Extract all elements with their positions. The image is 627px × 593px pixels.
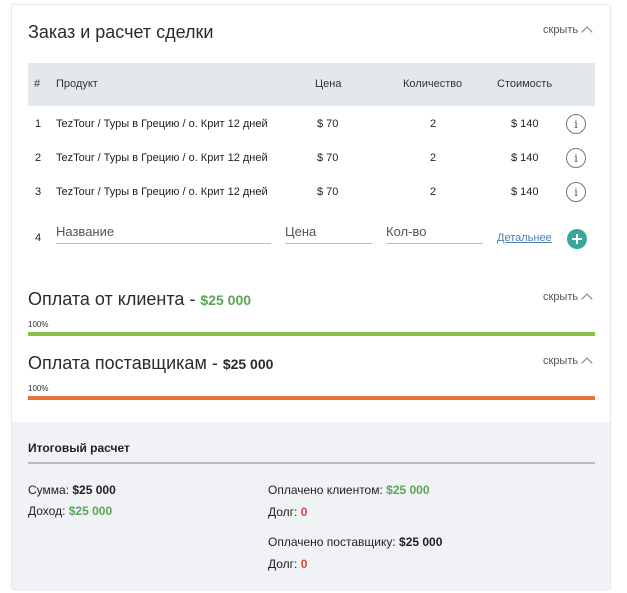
row-product: TezTour / Туры в Грецию / о. Крит 12 дне… [56, 152, 268, 164]
income-label: Доход: [28, 504, 69, 518]
table-header: # Продукт Цена Количество Стоимость [28, 63, 595, 106]
row-qty: 2 [430, 186, 437, 198]
summary-panel: Итоговый расчет Сумма: $25 000 Доход: $2… [12, 422, 610, 589]
row-qty: 2 [430, 118, 437, 130]
paid-supplier-label: Оплачено поставщику: [268, 535, 400, 549]
summary-divider [28, 462, 595, 464]
supplier-progress-label: 100% [28, 384, 49, 393]
order-section-title: Заказ и расчет сделки [28, 22, 214, 42]
client-payment-amount: $25 000 [200, 292, 252, 308]
new-product-row: 4 Название Цена Кол-во Детальнее [12, 219, 610, 249]
paid-client-value: $25 000 [386, 483, 430, 497]
sum-value: $25 000 [72, 483, 116, 497]
deal-card: Заказ и расчет сделки скрыть # Продукт Ц… [12, 5, 610, 589]
column-num: # [34, 78, 41, 90]
table-row: 1 TezTour / Туры в Грецию / о. Крит 12 д… [12, 111, 610, 139]
sum-line: Сумма: $25 000 [28, 483, 116, 497]
quantity-input[interactable]: Кол-во [386, 222, 483, 244]
row-cost: $ 140 [511, 152, 539, 164]
supplier-payment-hide-toggle[interactable]: скрыть [543, 355, 593, 369]
row-price: $ 70 [317, 186, 339, 198]
client-progress-fill [28, 332, 595, 336]
column-product: Продукт [56, 78, 98, 90]
product-name-input[interactable]: Название [56, 222, 271, 244]
row-product: TezTour / Туры в Грецию / о. Крит 12 дне… [56, 118, 268, 130]
info-icon[interactable]: i [566, 148, 586, 168]
chevron-up-icon [581, 26, 593, 38]
price-input[interactable]: Цена [285, 222, 372, 244]
client-debt-value: 0 [300, 505, 308, 519]
chevron-up-icon [581, 357, 593, 369]
supplier-debt-line: Долг: 0 [268, 557, 307, 571]
row-qty: 2 [430, 152, 437, 164]
supplier-progress-fill [28, 396, 595, 400]
hide-label: скрыть [543, 24, 579, 36]
supplier-progress-bar [28, 396, 595, 400]
client-payment-label: Оплата от клиента - [28, 289, 201, 309]
details-link[interactable]: Детальнее [497, 232, 552, 244]
client-progress-bar [28, 332, 595, 336]
supplier-payment-label: Оплата поставщикам - [28, 353, 223, 373]
debt-label: Долг: [268, 557, 301, 571]
row-product: TezTour / Туры в Грецию / о. Крит 12 дне… [56, 186, 268, 198]
supplier-payment-amount: $25 000 [222, 356, 274, 372]
hide-label: скрыть [543, 291, 579, 303]
info-icon[interactable]: i [566, 182, 586, 202]
summary-title: Итоговый расчет [28, 441, 130, 455]
order-hide-toggle[interactable]: скрыть [543, 24, 593, 38]
row-cost: $ 140 [511, 118, 539, 130]
chevron-up-icon [581, 293, 593, 305]
row-num: 2 [35, 152, 42, 164]
client-progress-label: 100% [28, 320, 49, 329]
supplier-payment-title: Оплата поставщикам - $25 000 [28, 353, 273, 374]
row-price: $ 70 [317, 118, 339, 130]
column-cost: Стоимость [497, 78, 553, 90]
table-row: 2 TezTour / Туры в Грецию / о. Крит 12 д… [12, 145, 610, 173]
column-qty: Количество [403, 78, 463, 90]
paid-supplier-line: Оплачено поставщику: $25 000 [268, 535, 442, 549]
row-num: 1 [35, 118, 42, 130]
row-num: 3 [35, 186, 42, 198]
row-num: 4 [35, 232, 42, 244]
table-row: 3 TezTour / Туры в Грецию / о. Крит 12 д… [12, 179, 610, 207]
hide-label: скрыть [543, 355, 579, 367]
row-cost: $ 140 [511, 186, 539, 198]
supplier-debt-value: 0 [300, 557, 308, 571]
info-icon[interactable]: i [566, 114, 586, 134]
sum-label: Сумма: [28, 483, 73, 497]
income-line: Доход: $25 000 [28, 504, 112, 518]
debt-label: Долг: [268, 505, 301, 519]
column-price: Цена [315, 78, 342, 90]
row-price: $ 70 [317, 152, 339, 164]
client-payment-hide-toggle[interactable]: скрыть [543, 291, 593, 305]
client-payment-title: Оплата от клиента - $25 000 [28, 289, 251, 310]
paid-client-label: Оплачено клиентом: [268, 483, 387, 497]
add-row-plus-icon[interactable] [567, 229, 587, 249]
paid-client-line: Оплачено клиентом: $25 000 [268, 483, 430, 497]
client-debt-line: Долг: 0 [268, 505, 307, 519]
paid-supplier-value: $25 000 [399, 535, 443, 549]
income-value: $25 000 [68, 504, 113, 518]
